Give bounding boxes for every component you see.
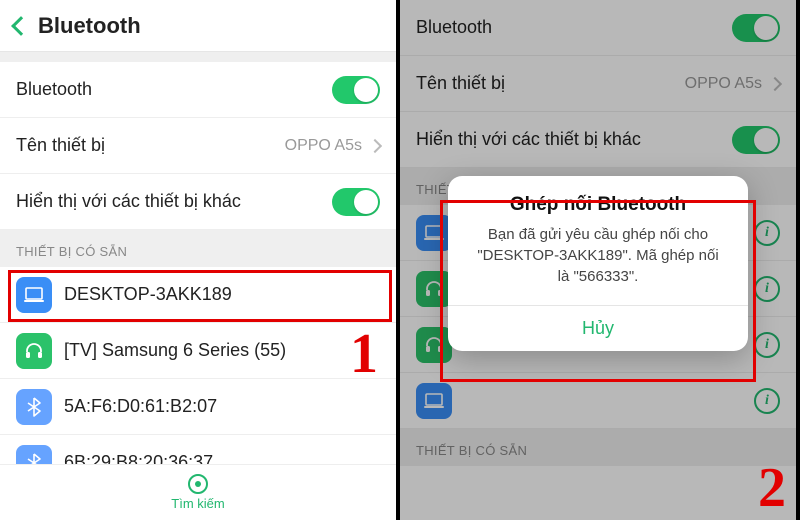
- laptop-icon: [16, 277, 52, 313]
- cancel-button[interactable]: Hủy: [448, 305, 748, 351]
- bluetooth-label: Bluetooth: [16, 79, 92, 100]
- device-name-label: Tên thiết bị: [16, 135, 105, 156]
- row-device-name[interactable]: Tên thiết bị OPPO A5s: [0, 118, 396, 174]
- toggle-visibility[interactable]: [332, 188, 380, 216]
- search-button[interactable]: Tìm kiếm: [0, 464, 396, 520]
- search-label: Tìm kiếm: [171, 496, 224, 511]
- section-available: THIẾT BỊ CÓ SẴN: [0, 230, 396, 267]
- step-number: 1: [350, 322, 378, 386]
- dialog-title: Ghép nối Bluetooth: [448, 176, 748, 224]
- toggle-bluetooth[interactable]: [332, 76, 380, 104]
- dialog-body: Bạn đã gửi yêu cầu ghép nối cho "DESKTOP…: [448, 224, 748, 305]
- bluetooth-icon: [16, 389, 52, 425]
- target-icon: [188, 474, 208, 494]
- screenshot-left: Bluetooth Bluetooth Tên thiết bị OPPO A5…: [0, 0, 400, 520]
- device-name: [TV] Samsung 6 Series (55): [64, 340, 286, 361]
- row-bluetooth-toggle[interactable]: Bluetooth: [0, 62, 396, 118]
- headset-icon: [16, 333, 52, 369]
- chevron-right-icon: [368, 138, 382, 152]
- device-name: 5A:F6:D0:61:B2:07: [64, 396, 217, 417]
- pairing-dialog: Ghép nối Bluetooth Bạn đã gửi yêu cầu gh…: [448, 176, 748, 351]
- step-number: 2: [758, 456, 786, 520]
- screenshot-right: Bluetooth Tên thiết bị OPPO A5s Hiển thị…: [400, 0, 796, 520]
- device-name-value: OPPO A5s: [285, 137, 362, 155]
- row-visibility[interactable]: Hiển thị với các thiết bị khác: [0, 174, 396, 230]
- header: Bluetooth: [0, 0, 396, 52]
- device-desktop[interactable]: DESKTOP-3AKK189: [0, 267, 396, 323]
- device-mac1[interactable]: 5A:F6:D0:61:B2:07: [0, 379, 396, 435]
- back-icon[interactable]: [11, 16, 31, 36]
- visibility-label: Hiển thị với các thiết bị khác: [16, 191, 241, 212]
- device-tv[interactable]: [TV] Samsung 6 Series (55): [0, 323, 396, 379]
- page-title: Bluetooth: [38, 13, 141, 39]
- device-name: DESKTOP-3AKK189: [64, 284, 232, 305]
